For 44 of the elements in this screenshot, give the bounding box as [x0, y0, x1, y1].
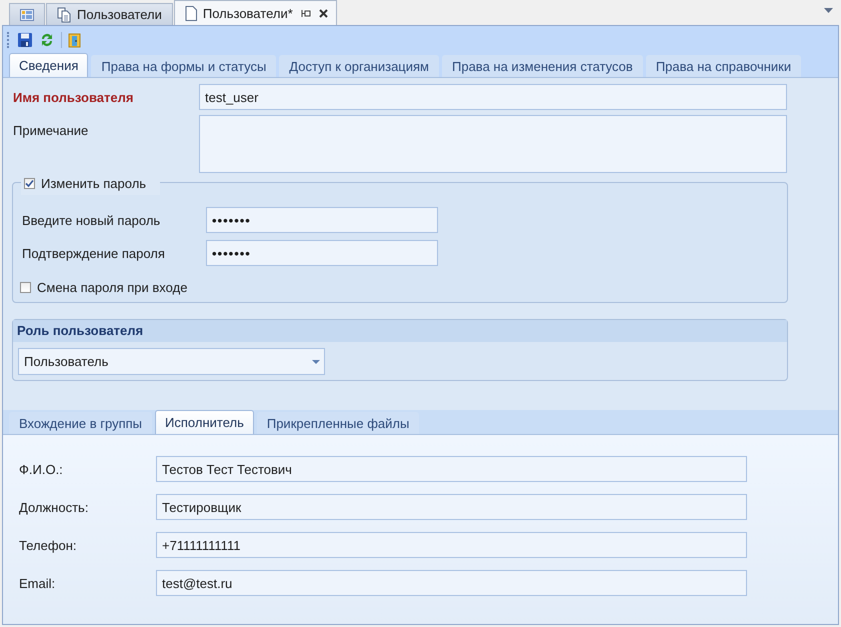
- documents-icon: [57, 6, 71, 22]
- pin-icon[interactable]: [298, 8, 313, 18]
- field-label: Должность:: [18, 500, 90, 514]
- caret-icon: [312, 360, 320, 364]
- selected-value: Пользователь: [24, 354, 108, 369]
- dropdown-field[interactable]: Пользователь: [18, 348, 325, 375]
- tab[interactable]: Доступ к организациям: [279, 55, 439, 77]
- checkbox-label: Смена пароля при входе: [37, 280, 188, 295]
- tab[interactable]: Права на справочники: [646, 55, 802, 77]
- grid-icon: [20, 8, 34, 20]
- tab[interactable]: Сведения: [9, 53, 88, 77]
- document-tab[interactable]: Пользователи: [46, 3, 173, 25]
- password-field[interactable]: •••••••: [206, 240, 438, 266]
- save-icon[interactable]: [17, 32, 33, 48]
- checkbox[interactable]: [20, 282, 31, 293]
- tab[interactable]: Права на изменения статусов: [442, 55, 643, 77]
- tab[interactable]: Прикрепленные файлы: [256, 412, 420, 434]
- field-label: Примечание: [12, 122, 90, 138]
- close-icon[interactable]: [318, 8, 328, 18]
- refresh-icon[interactable]: [39, 32, 55, 48]
- tab-label: Пользователи: [77, 7, 162, 22]
- text-field[interactable]: test_user: [199, 84, 787, 110]
- checkbox[interactable]: [24, 178, 35, 189]
- tab[interactable]: Права на формы и статусы: [91, 55, 276, 77]
- document-icon: [184, 6, 197, 20]
- text-field[interactable]: test@test.ru: [156, 570, 747, 596]
- field-label: Email:: [18, 576, 56, 590]
- text-field[interactable]: +71111111111: [156, 532, 747, 558]
- group-header: Роль пользователя: [13, 320, 787, 342]
- field-label: Введите новый пароль: [21, 212, 162, 228]
- field-label: Подтверждение пароля: [21, 245, 166, 261]
- document-tab[interactable]: Пользователи*: [174, 0, 337, 25]
- document-tab[interactable]: [9, 3, 45, 25]
- field-label: Телефон:: [18, 538, 78, 552]
- dropdown-arrow-icon[interactable]: [824, 8, 833, 13]
- tab-label: Пользователи*: [202, 6, 293, 20]
- tab[interactable]: Вхождение в группы: [9, 412, 152, 434]
- text-field[interactable]: Тестов Тест Тестович: [156, 456, 747, 482]
- password-field[interactable]: •••••••: [206, 207, 438, 233]
- field-label: Ф.И.О.:: [18, 462, 64, 476]
- checkbox-label: Изменить пароль: [41, 176, 146, 191]
- tab[interactable]: Исполнитель: [155, 410, 254, 434]
- text-field[interactable]: Тестировщик: [156, 494, 747, 520]
- field-label: Имя пользователя: [12, 89, 134, 105]
